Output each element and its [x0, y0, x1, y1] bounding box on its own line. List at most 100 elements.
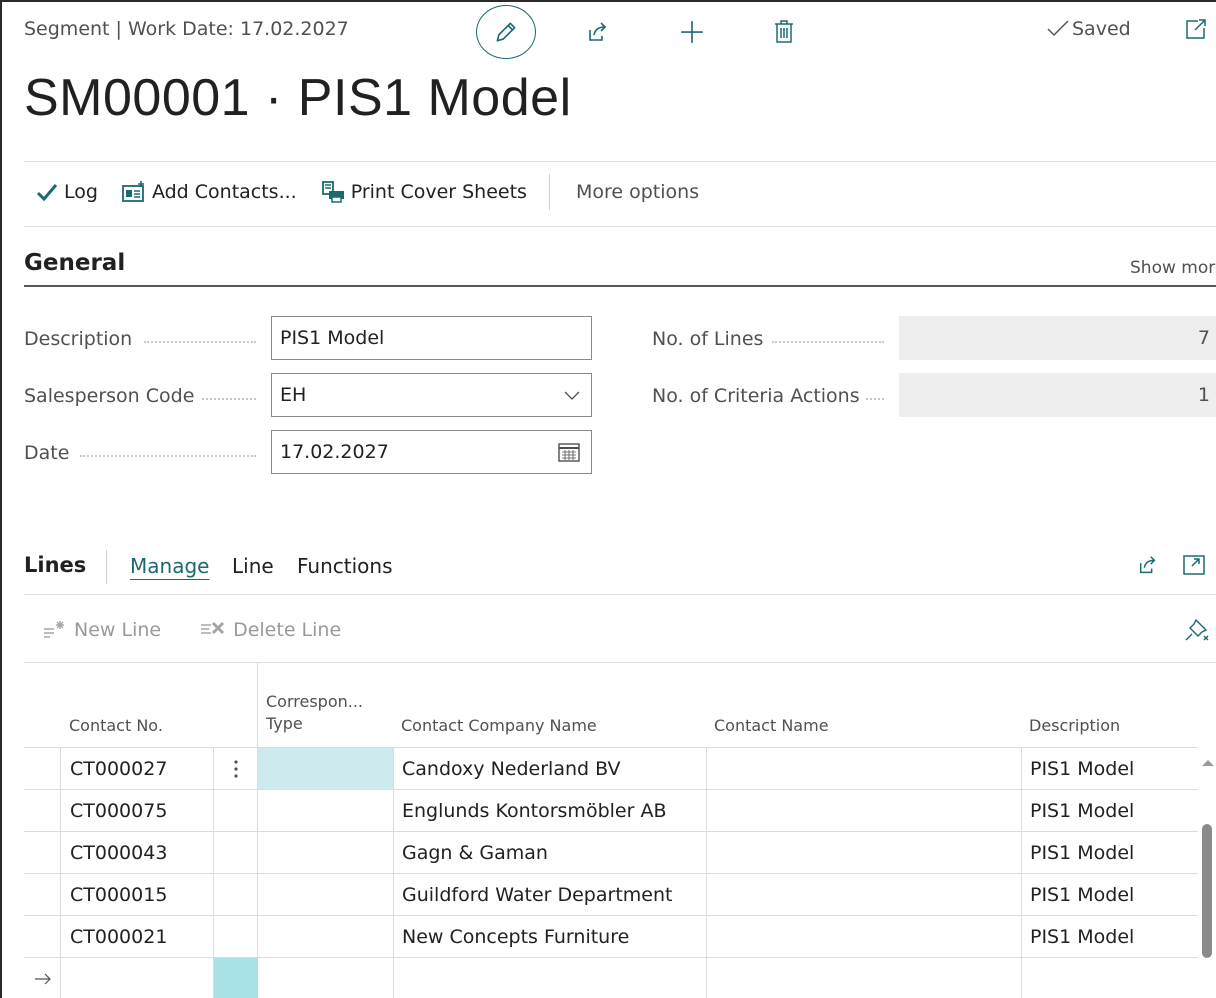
table-row[interactable]: CT000075 Englunds Kontorsmöbler AB PIS1 …	[24, 789, 1198, 831]
expand-icon[interactable]	[1182, 554, 1206, 576]
new-line-label: New Line	[74, 619, 162, 641]
printer-icon	[321, 181, 344, 203]
show-more-link[interactable]: Show more	[1130, 258, 1216, 278]
tab-manage[interactable]: Manage	[130, 554, 209, 578]
no-of-lines-label: No. of Lines	[652, 328, 764, 350]
popout-icon	[1186, 19, 1206, 39]
title-divider	[24, 161, 1216, 162]
description-cell[interactable]: PIS1 Model	[1022, 916, 1198, 957]
company-name-cell[interactable]: Guildford Water Department	[394, 874, 706, 915]
header-actions	[476, 4, 804, 60]
check-icon	[1047, 20, 1069, 36]
new-line-button[interactable]: New Line	[42, 619, 161, 641]
scroll-up-icon[interactable]	[1201, 758, 1215, 768]
contact-no-cell[interactable]: CT000021	[62, 916, 213, 957]
column-header-correspondence-type-line2: Type	[266, 714, 303, 733]
new-row[interactable]	[24, 957, 1198, 998]
company-name-cell[interactable]: New Concepts Furniture	[394, 916, 706, 957]
arrow-right-icon	[35, 973, 51, 984]
lines-action-bar: New Line Delete Line	[42, 614, 379, 646]
new-line-icon	[44, 621, 64, 638]
open-new-window-button[interactable]	[1184, 18, 1208, 44]
description-cell[interactable]: PIS1 Model	[1022, 832, 1198, 873]
general-section-title[interactable]: General	[24, 250, 125, 276]
new-button[interactable]	[672, 12, 712, 52]
no-of-lines-value[interactable]: 7	[899, 316, 1216, 360]
scrollbar-thumb[interactable]	[1202, 824, 1212, 958]
salesperson-code-value: EH	[280, 384, 307, 406]
save-status-label: Saved	[1072, 18, 1131, 40]
description-cell[interactable]: PIS1 Model	[1022, 790, 1198, 831]
log-button[interactable]: Log	[36, 181, 98, 203]
contact-no-cell[interactable]: CT000075	[62, 790, 213, 831]
general-section-underline	[24, 285, 1216, 287]
calendar-icon[interactable]	[557, 441, 581, 463]
contact-name-cell[interactable]	[707, 748, 1021, 789]
description-cell[interactable]: PIS1 Model	[1022, 874, 1198, 915]
contact-no-cell[interactable]: CT000043	[62, 832, 213, 873]
row-indicator	[24, 958, 60, 998]
column-header-company-name[interactable]: Contact Company Name	[401, 715, 597, 737]
description-label: Description	[24, 328, 133, 350]
contact-no-cell[interactable]: CT000027	[62, 748, 213, 789]
correspondence-type-cell[interactable]	[258, 748, 393, 789]
date-input[interactable]: 17.02.2027	[271, 430, 592, 474]
new-row-actions-cell[interactable]	[214, 958, 258, 998]
salesperson-dots	[202, 398, 256, 400]
pin-button[interactable]	[1184, 616, 1210, 646]
date-value: 17.02.2027	[280, 441, 389, 463]
column-header-correspondence-type[interactable]: Correspon... Type	[266, 691, 363, 735]
more-options-button[interactable]: More options	[576, 181, 699, 203]
lines-section-title[interactable]: Lines	[24, 553, 86, 577]
delete-button[interactable]	[764, 12, 804, 52]
contact-name-cell[interactable]	[707, 790, 1021, 831]
log-label: Log	[64, 181, 98, 203]
table-row[interactable]: CT000021 New Concepts Furniture PIS1 Mod…	[24, 915, 1198, 957]
table-row[interactable]: CT000043 Gagn & Gaman PIS1 Model	[24, 831, 1198, 873]
date-label: Date	[24, 442, 70, 464]
add-contacts-button[interactable]: Add Contacts...	[122, 181, 297, 203]
add-contacts-label: Add Contacts...	[151, 181, 297, 203]
plus-icon	[681, 21, 703, 43]
actionbar-divider	[24, 226, 1216, 227]
delete-line-button[interactable]: Delete Line	[199, 619, 341, 641]
trash-icon	[775, 20, 793, 43]
no-of-criteria-actions-value[interactable]: 1	[899, 373, 1216, 417]
column-header-description[interactable]: Description	[1029, 715, 1120, 737]
row-actions-button[interactable]	[214, 748, 258, 789]
print-cover-sheets-button[interactable]: Print Cover Sheets	[321, 181, 527, 203]
table-row[interactable]: CT000027 Candoxy Nederland BV PIS1 Model	[24, 747, 1198, 789]
date-dots	[80, 455, 256, 457]
action-bar: Log Add Contacts... Print Cover Sheets M…	[36, 172, 699, 212]
tab-functions[interactable]: Functions	[297, 554, 393, 578]
description-input[interactable]: PIS1 Model	[271, 316, 592, 360]
contact-name-cell[interactable]	[707, 874, 1021, 915]
save-status: Saved	[1046, 18, 1131, 40]
chevron-down-icon	[564, 391, 580, 400]
page-title: SM00001 · PIS1 Model	[24, 69, 572, 127]
contact-no-cell[interactable]: CT000015	[62, 874, 213, 915]
grid-scrollbar[interactable]	[1200, 746, 1216, 998]
delete-line-icon	[201, 621, 225, 635]
company-name-cell[interactable]: Candoxy Nederland BV	[394, 748, 706, 789]
edit-button[interactable]	[476, 5, 536, 59]
column-header-contact-no[interactable]: Contact No.	[69, 715, 163, 737]
share-icon[interactable]	[1136, 554, 1160, 576]
description-cell[interactable]: PIS1 Model	[1022, 748, 1198, 789]
no-of-lines-dots	[772, 341, 884, 343]
contact-name-cell[interactable]	[707, 916, 1021, 957]
delete-line-label: Delete Line	[233, 619, 342, 641]
company-name-cell[interactable]: Gagn & Gaman	[394, 832, 706, 873]
description-value: PIS1 Model	[280, 327, 385, 349]
share-button[interactable]	[578, 12, 618, 52]
no-of-criteria-actions-label: No. of Criteria Actions	[652, 385, 860, 407]
tab-line[interactable]: Line	[232, 554, 274, 578]
page-caption: Segment | Work Date: 17.02.2027	[24, 18, 349, 40]
lines-tab-divider	[24, 594, 1216, 595]
company-name-cell[interactable]: Englunds Kontorsmöbler AB	[394, 790, 706, 831]
salesperson-code-select[interactable]: EH	[271, 373, 592, 417]
table-row[interactable]: CT000015 Guildford Water Department PIS1…	[24, 873, 1198, 915]
lines-header-icons	[1136, 554, 1206, 576]
contact-name-cell[interactable]	[707, 832, 1021, 873]
column-header-contact-name[interactable]: Contact Name	[714, 715, 829, 737]
